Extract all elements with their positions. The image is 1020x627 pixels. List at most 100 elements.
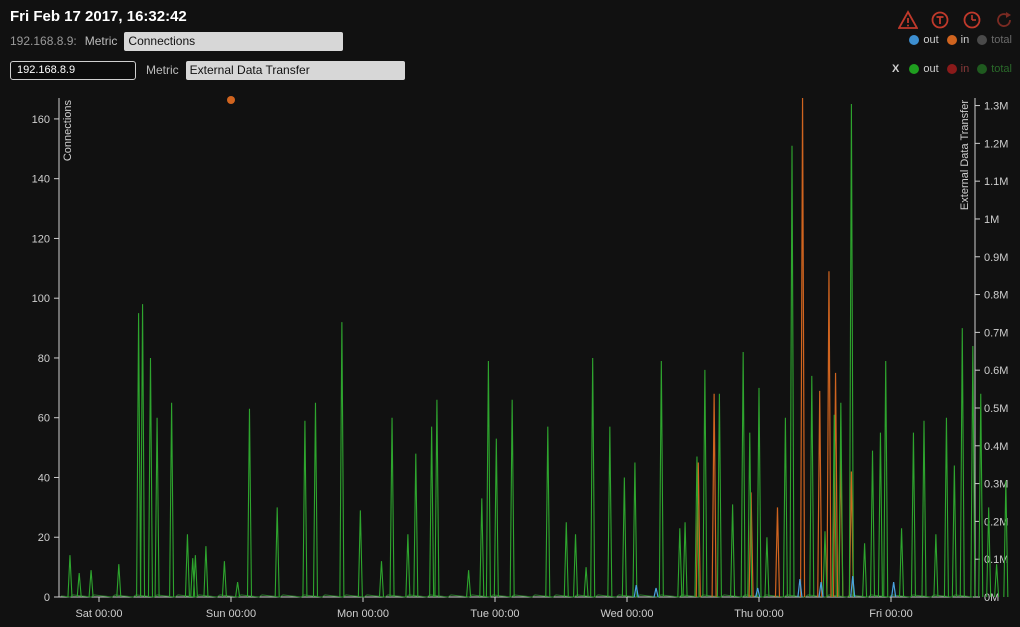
- spike-out: [235, 581, 241, 598]
- spike-out: [764, 537, 770, 598]
- spike-out: [1003, 480, 1009, 598]
- y2-tick-label: 1M: [984, 214, 999, 226]
- legend2-dot-in: [946, 64, 957, 74]
- x-tick-label: Fri 00:00: [869, 608, 912, 620]
- spike-in: [774, 507, 781, 598]
- spike-in: [711, 393, 717, 598]
- spike-out: [88, 570, 94, 598]
- spike-out: [136, 313, 142, 598]
- spike-out: [862, 543, 868, 598]
- spike-out: [899, 528, 905, 598]
- spike-out: [933, 534, 939, 598]
- legend-item-in[interactable]: in: [946, 34, 969, 46]
- reload-icon[interactable]: [994, 10, 1014, 30]
- spike-out: [590, 357, 596, 598]
- y-tick-label: 160: [32, 114, 50, 126]
- spike-out: [413, 453, 419, 598]
- y2-tick-label: 1.2M: [984, 138, 1008, 150]
- y-tick-label: 60: [38, 413, 50, 425]
- y2-tick-label: 0.4M: [984, 441, 1008, 453]
- y2-tick-label: 0.8M: [984, 290, 1008, 302]
- spike-out: [959, 328, 965, 598]
- legend-dot-in: [946, 35, 957, 45]
- y-tick-label: 40: [38, 472, 50, 484]
- spike-connections: [633, 584, 639, 598]
- x-tick-label: Wed 00:00: [600, 608, 653, 620]
- spike-in: [817, 390, 823, 598]
- spike-out: [509, 399, 515, 598]
- marker-dot: [227, 96, 235, 104]
- metric-row-2: Metric External Data Transfer: [10, 60, 405, 80]
- x-tick-label: Tue 00:00: [470, 608, 519, 620]
- spike-out: [869, 450, 876, 598]
- toolbar: [886, 10, 1014, 30]
- spike-out: [607, 426, 613, 598]
- spike-out: [970, 346, 976, 598]
- y-axis-label: Connections: [62, 100, 74, 162]
- y2-tick-label: 0.9M: [984, 252, 1008, 264]
- spike-out: [716, 393, 722, 598]
- spike-out: [809, 375, 815, 598]
- spike-out: [978, 393, 984, 598]
- legend2-dot-out: [909, 64, 920, 74]
- x-tick-label: Mon 00:00: [337, 608, 389, 620]
- spike-out: [632, 462, 638, 598]
- y-tick-label: 80: [38, 353, 50, 365]
- spike-out: [789, 145, 795, 598]
- spike-out: [116, 564, 122, 598]
- spike-out: [682, 522, 688, 598]
- clock-icon[interactable]: [962, 10, 982, 30]
- close-icon[interactable]: X: [892, 63, 899, 75]
- spike-out: [677, 528, 683, 598]
- spike-out: [545, 426, 551, 598]
- spike-out: [67, 555, 73, 598]
- spike-out: [485, 360, 491, 598]
- legend-item-out[interactable]: out: [909, 34, 939, 46]
- legend-item-total[interactable]: total: [977, 34, 1012, 46]
- legend2-item-total[interactable]: total: [977, 63, 1012, 75]
- y2-tick-label: 1.1M: [984, 176, 1008, 188]
- spike-out: [583, 567, 589, 598]
- timestamp: Fri Feb 17 2017, 16:32:42: [10, 8, 187, 25]
- ip-input[interactable]: [10, 60, 136, 80]
- metric-row-1: 192.168.8.9: Metric Connections: [10, 31, 344, 51]
- traffic-chart[interactable]: 0204060801001201401600M0.1M0.2M0.3M0.4M0…: [0, 90, 1020, 627]
- spike-out: [302, 420, 308, 598]
- spike-connections: [797, 579, 803, 598]
- spike-out: [339, 322, 345, 598]
- legend-dot-total: [977, 35, 988, 45]
- y2-tick-label: 0.3M: [984, 479, 1008, 491]
- y-tick-label: 100: [32, 293, 50, 305]
- legend2-item-in[interactable]: in: [946, 63, 969, 75]
- host-ip-label: 192.168.8.9:: [10, 34, 77, 48]
- spike-out: [378, 561, 385, 598]
- spike-out: [76, 573, 82, 598]
- spike-out: [479, 498, 485, 598]
- spike-out: [429, 426, 435, 598]
- y-tick-label: 0: [44, 592, 50, 604]
- spike-out: [848, 103, 854, 598]
- spike-out: [274, 507, 280, 598]
- spike-out: [154, 417, 160, 598]
- legend2-dot-total: [977, 64, 988, 74]
- spike-out: [192, 555, 198, 598]
- legend2-item-out[interactable]: out: [909, 63, 939, 75]
- metric-label: Metric: [84, 34, 118, 48]
- spike-out: [730, 504, 736, 598]
- warning-icon[interactable]: [898, 10, 918, 30]
- x-tick-label: Sun 00:00: [206, 608, 256, 620]
- spike-out: [572, 534, 579, 598]
- spike-out: [782, 417, 788, 598]
- spike-out: [883, 360, 889, 598]
- metric-select-connections[interactable]: Connections: [124, 31, 344, 51]
- y-tick-label: 20: [38, 532, 50, 544]
- y-tick-label: 120: [32, 233, 50, 245]
- spike-out: [702, 369, 708, 598]
- spike-out: [184, 534, 190, 598]
- y2-tick-label: 0.6M: [984, 365, 1008, 377]
- spike-out: [563, 522, 569, 598]
- metric-select-external-data-transfer[interactable]: External Data Transfer: [185, 60, 405, 80]
- legend-dot-out: [909, 35, 920, 45]
- cube-refresh-icon[interactable]: [930, 10, 950, 30]
- spike-out: [838, 402, 844, 598]
